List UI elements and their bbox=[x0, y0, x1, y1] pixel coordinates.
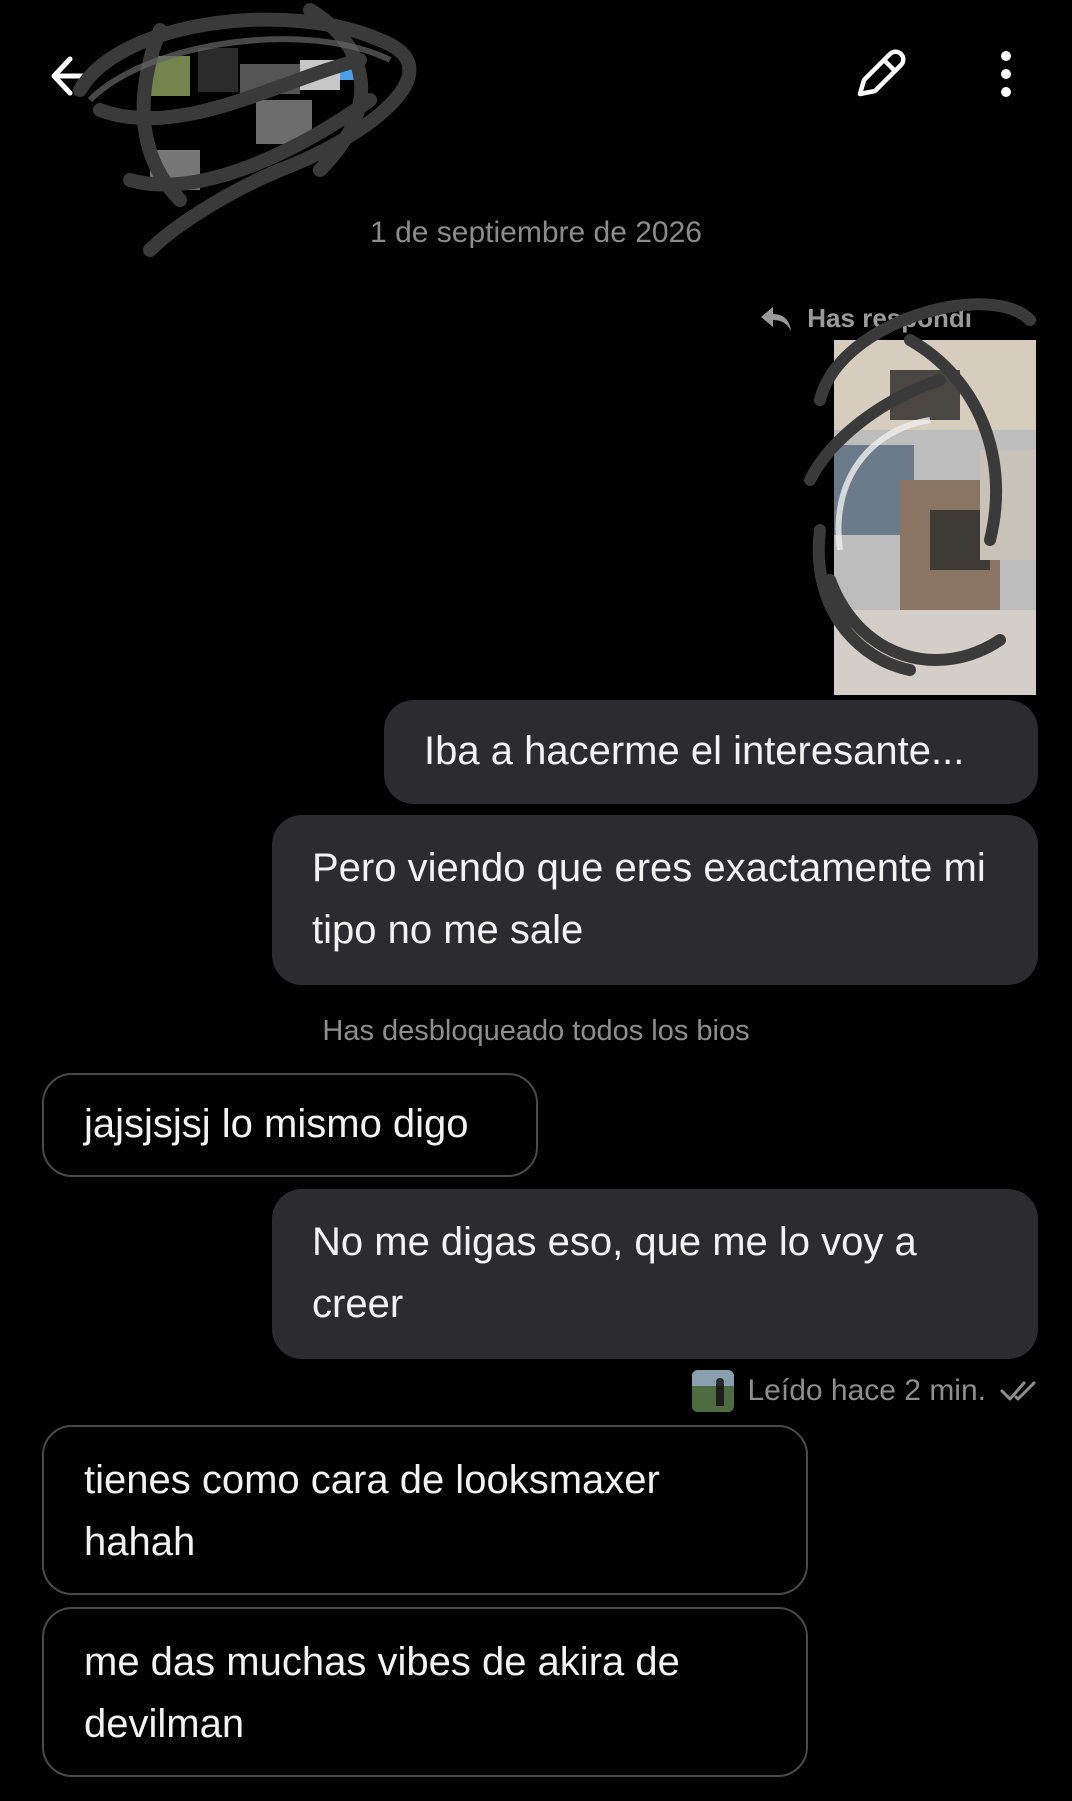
message-incoming[interactable]: tienes como cara de looksmaxer hahah bbox=[42, 1425, 808, 1595]
double-check-icon bbox=[1000, 1381, 1036, 1401]
pen-icon bbox=[857, 49, 906, 97]
message-incoming[interactable]: me das muchas vibes de akira de devilman bbox=[42, 1607, 808, 1777]
message-text: tienes como cara de looksmaxer hahah bbox=[84, 1458, 660, 1564]
message-outgoing[interactable]: No me digas eso, que me lo voy a creer bbox=[272, 1189, 1038, 1359]
date-separator: 1 de septiembre de 2026 bbox=[370, 216, 702, 249]
system-notice: Has desbloqueado todos los bios bbox=[322, 1015, 750, 1047]
read-receipt: Leído hace 2 min. bbox=[691, 1370, 1039, 1412]
message-outgoing[interactable]: Iba a hacerme el interesante... bbox=[384, 700, 1038, 804]
reply-icon bbox=[761, 306, 792, 331]
message-outgoing[interactable]: Pero viendo que eres exactamente mi tipo… bbox=[272, 815, 1038, 985]
message-text: Iba a hacerme el interesante... bbox=[424, 729, 965, 773]
more-options-button[interactable] bbox=[990, 48, 1022, 100]
avatar bbox=[691, 1370, 734, 1412]
edit-button[interactable] bbox=[852, 46, 908, 102]
replied-photo-redacted[interactable] bbox=[800, 280, 1040, 700]
more-vertical-icon bbox=[1001, 51, 1011, 97]
message-incoming[interactable]: jajsjsjsj lo mismo digo bbox=[42, 1073, 538, 1177]
message-text: jajsjsjsj lo mismo digo bbox=[84, 1102, 469, 1146]
message-text: Pero viendo que eres exactamente mi tipo… bbox=[312, 846, 986, 952]
message-text: No me digas eso, que me lo voy a creer bbox=[312, 1220, 917, 1326]
message-text: me das muchas vibes de akira de devilman bbox=[84, 1640, 680, 1746]
read-receipt-text: Leído hace 2 min. bbox=[747, 1374, 987, 1407]
